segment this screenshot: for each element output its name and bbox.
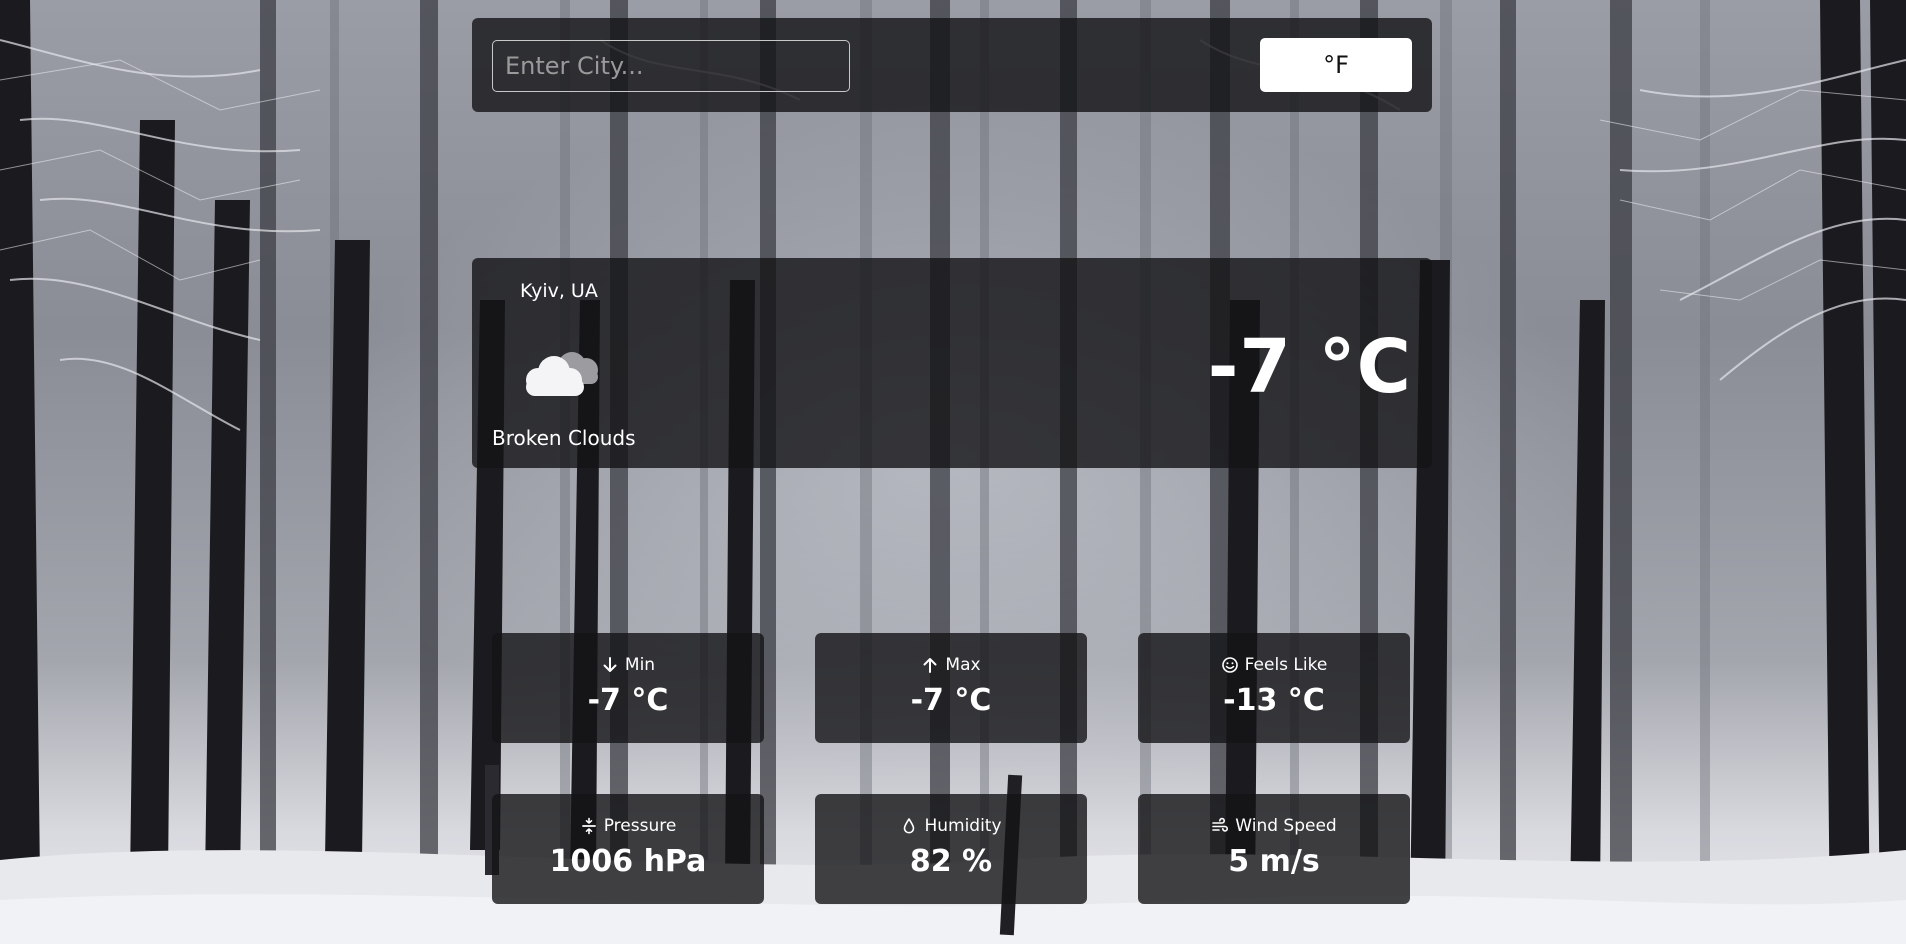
- stat-card-pressure: Pressure 1006 hPa: [492, 794, 764, 904]
- compress-icon: [580, 817, 598, 835]
- stat-card-humidity: Humidity 82 %: [815, 794, 1087, 904]
- unit-toggle-button[interactable]: °F: [1260, 38, 1412, 92]
- current-temperature: -7 °C: [1207, 324, 1412, 410]
- stat-value: -7 °C: [587, 683, 669, 718]
- stat-value: -7 °C: [910, 683, 992, 718]
- city-search-input[interactable]: [492, 40, 850, 92]
- stat-value: 1006 hPa: [549, 844, 707, 879]
- stat-value: 5 m/s: [1228, 844, 1320, 879]
- arrow-down-icon: [601, 656, 619, 674]
- wind-icon: [1211, 817, 1229, 835]
- stat-label: Humidity: [924, 816, 1002, 836]
- droplet-icon: [900, 817, 918, 835]
- stat-card-wind-speed: Wind Speed 5 m/s: [1138, 794, 1410, 904]
- stat-label: Wind Speed: [1235, 816, 1337, 836]
- arrow-up-icon: [921, 656, 939, 674]
- broken-clouds-icon: [510, 338, 610, 408]
- weather-app: °F Kyiv, UA Broken: [0, 0, 1906, 944]
- search-bar: °F: [472, 18, 1432, 112]
- stat-value: 82 %: [909, 844, 993, 879]
- stat-label: Max: [945, 655, 981, 675]
- current-weather-card: Kyiv, UA Broken Clouds -7 °C: [472, 258, 1432, 468]
- stat-card-max: Max -7 °C: [815, 633, 1087, 743]
- condition-label: Broken Clouds: [492, 426, 636, 450]
- stat-card-feels-like: Feels Like -13 °C: [1138, 633, 1410, 743]
- stat-label: Pressure: [603, 816, 677, 836]
- stat-label: Min: [624, 655, 656, 675]
- location-label: Kyiv, UA: [520, 280, 598, 302]
- smile-icon: [1221, 656, 1239, 674]
- stat-card-min: Min -7 °C: [492, 633, 764, 743]
- stat-value: -13 °C: [1223, 683, 1325, 718]
- stat-label: Feels Like: [1244, 655, 1328, 675]
